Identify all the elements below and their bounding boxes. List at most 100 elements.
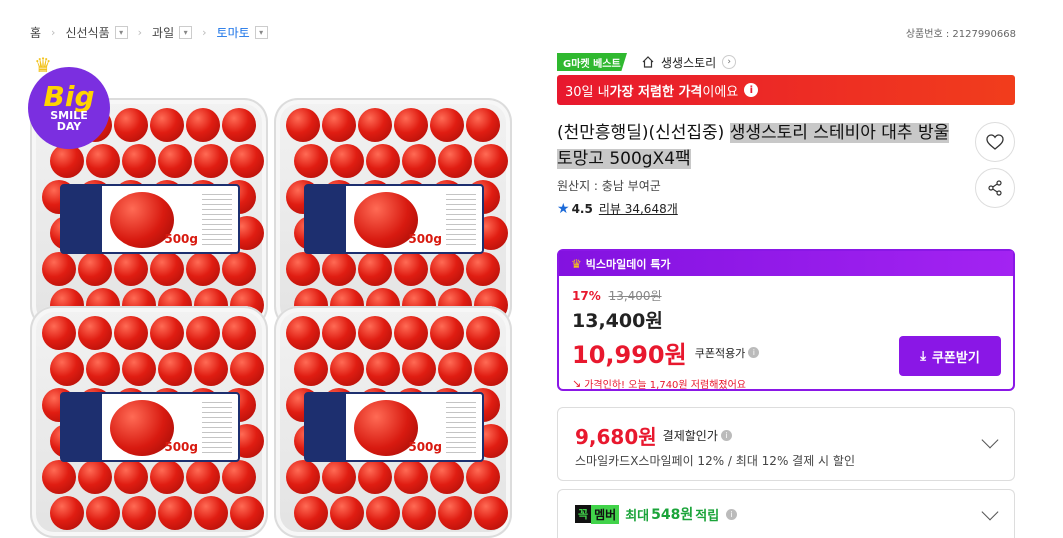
info-icon[interactable]: i	[720, 430, 732, 441]
breadcrumb-level1[interactable]: 신선식품 ▾ ›	[65, 24, 152, 41]
breadcrumb-home-label[interactable]: 홈	[30, 24, 41, 41]
tomato	[86, 352, 120, 386]
sale-price: 13,400원	[572, 310, 663, 332]
tomato	[438, 144, 472, 178]
tomato	[430, 252, 464, 286]
crown-icon: ♛	[34, 53, 52, 77]
tomato	[194, 144, 228, 178]
review-count-link[interactable]: 리뷰 34,648개	[599, 200, 678, 217]
tomato	[466, 252, 500, 286]
tomato	[402, 496, 436, 530]
tomato	[358, 108, 392, 142]
discount-row: 17% 13,400원	[572, 287, 1013, 304]
info-icon[interactable]: i	[748, 347, 760, 358]
tomato	[394, 316, 428, 350]
payment-discount-desc: 스마일카드X스마일페이 12% / 최대 12% 결제 시 할인	[575, 454, 855, 468]
tomato	[114, 460, 148, 494]
payment-discount-box[interactable]: 9,680원 결제할인가 i 스마일카드X스마일페이 12% / 최대 12% …	[557, 407, 1015, 481]
rating: ★ 4.5 리뷰 34,648개	[557, 200, 1015, 217]
chevron-down-icon[interactable]: ▾	[254, 25, 268, 39]
tomato	[474, 352, 508, 386]
tomato	[438, 496, 472, 530]
chevron-down-icon[interactable]: ▾	[179, 25, 193, 39]
tomato	[78, 316, 112, 350]
tomato	[194, 496, 228, 530]
discount-percent: 17%	[572, 289, 601, 303]
tomato	[222, 460, 256, 494]
breadcrumb-home[interactable]: 홈 ›	[30, 24, 65, 41]
tomato	[294, 352, 328, 386]
breadcrumb-level3[interactable]: 토마토 ▾	[217, 24, 268, 41]
special-price-box: ♛ 빅스마일데이 특가 17% 13,400원 13,400원 10,990원 …	[557, 249, 1015, 391]
tomato	[394, 108, 428, 142]
share-button[interactable]	[975, 168, 1015, 208]
tomato	[330, 144, 364, 178]
tomato	[430, 316, 464, 350]
tomato	[358, 460, 392, 494]
product-image[interactable]: 500g 500g 500g 500g ♛ Big SMILE DAY	[22, 52, 522, 538]
info-icon[interactable]: i	[726, 508, 738, 520]
tomato	[466, 460, 500, 494]
tomato	[286, 108, 320, 142]
tomato	[158, 352, 192, 386]
tomato	[394, 252, 428, 286]
label-brand-panel	[62, 186, 102, 252]
info-icon[interactable]: i	[744, 83, 759, 97]
download-icon: ⤓	[920, 348, 926, 364]
tomato	[230, 496, 264, 530]
star-icon: ★	[557, 200, 570, 217]
product-info: G마켓 베스트 생생스토리 › 30일 내 가장 저렴한 가격 이에요 i (천…	[557, 52, 1015, 217]
tomato	[294, 496, 328, 530]
chevron-down-icon[interactable]	[981, 431, 999, 449]
promo-suffix: 이에요	[702, 84, 739, 100]
tomato	[114, 316, 148, 350]
tomato	[42, 316, 76, 350]
member-reward-box[interactable]: 꼭 멤버 최대 548원 적립 i	[557, 489, 1015, 538]
special-price-header: ♛ 빅스마일데이 특가	[559, 251, 1013, 276]
label-text-lines	[202, 194, 232, 246]
tomato	[322, 108, 356, 142]
breadcrumb-level1-label[interactable]: 신선식품	[65, 24, 109, 41]
promo-prefix: 30일 내	[565, 84, 610, 100]
product-label: 500g	[304, 184, 484, 254]
label-text-lines	[446, 194, 476, 246]
tomato	[158, 496, 192, 530]
tomato-pack: 500g	[274, 306, 512, 538]
tomato	[394, 460, 428, 494]
tomato	[122, 496, 156, 530]
store-name-link[interactable]: 생생스토리	[661, 54, 716, 71]
price-drop-text: 가격인하! 오늘 1,740원 저렴해졌어요	[584, 380, 746, 391]
breadcrumb: 홈 › 신선식품 ▾ › 과일 ▾ › 토마토 ▾	[30, 23, 268, 41]
tomato	[294, 144, 328, 178]
tomato	[114, 252, 148, 286]
tomato	[194, 352, 228, 386]
chevron-right-icon: ›	[202, 25, 207, 39]
tomato	[222, 108, 256, 142]
reward-amount: 548원	[651, 507, 694, 523]
tomato	[150, 252, 184, 286]
product-title: (천만흥행딜)(신선집중) 생생스토리 스테비아 대추 방울 토망고 500gX…	[557, 120, 957, 172]
get-coupon-label: 쿠폰받기	[931, 350, 980, 366]
promo-bold: 가장 저렴한 가격	[609, 84, 703, 100]
price-down-icon: ↘	[572, 377, 582, 390]
breadcrumb-level2[interactable]: 과일 ▾ ›	[152, 24, 217, 41]
chevron-down-icon[interactable]	[981, 503, 999, 521]
get-coupon-button[interactable]: ⤓ 쿠폰받기	[899, 336, 1001, 376]
wishlist-button[interactable]	[975, 122, 1015, 162]
tomato	[286, 460, 320, 494]
tomato	[122, 144, 156, 178]
tomato-pack: 500g	[30, 306, 268, 538]
chevron-right-icon[interactable]: ›	[722, 55, 737, 69]
reward-prefix: 최대	[625, 508, 650, 524]
big-smile-day-badge: ♛ Big SMILE DAY	[28, 53, 110, 149]
member-reward-row: 꼭 멤버 최대 548원 적립 i	[575, 504, 738, 524]
tomato	[150, 108, 184, 142]
breadcrumb-level2-label[interactable]: 과일	[152, 24, 174, 41]
price-drop-note: ↘ 가격인하! 오늘 1,740원 저렴해졌어요	[572, 376, 1013, 391]
tomato	[86, 496, 120, 530]
breadcrumb-level3-label[interactable]: 토마토	[217, 24, 250, 41]
chevron-down-icon[interactable]: ▾	[114, 25, 128, 39]
product-label: 500g	[60, 184, 240, 254]
tomato	[78, 460, 112, 494]
tomato	[286, 316, 320, 350]
